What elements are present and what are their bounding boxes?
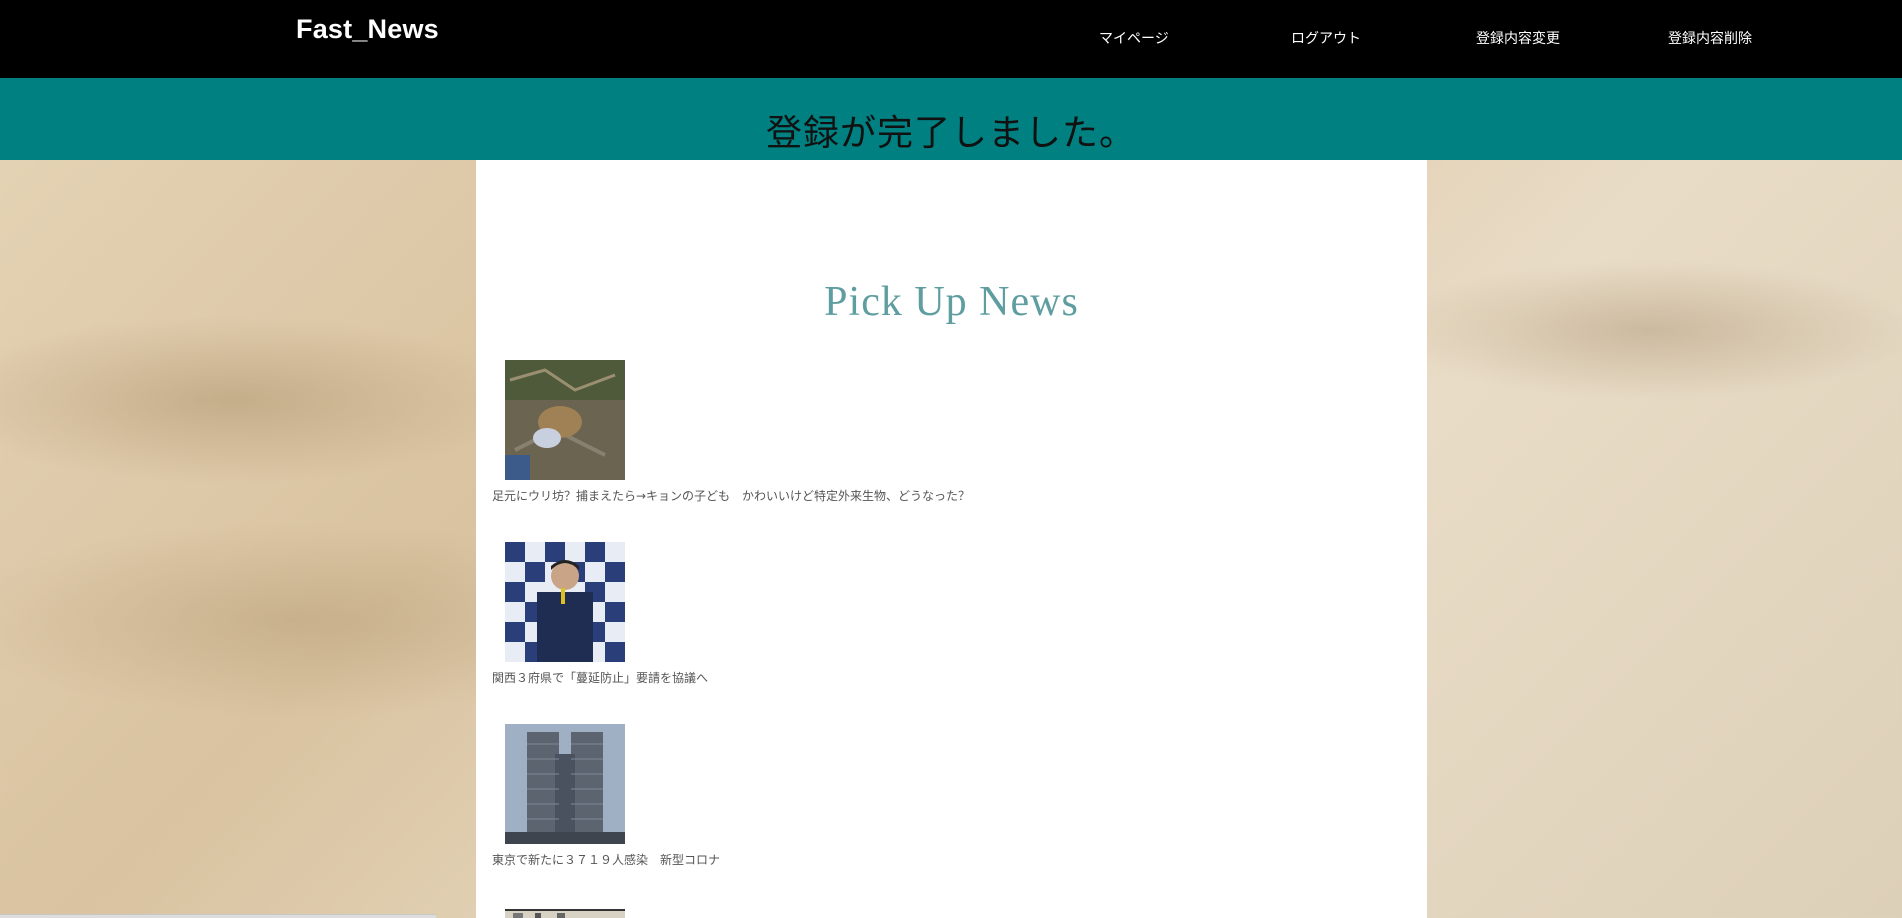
- news-title-link[interactable]: 足元にウリ坊？捕まえたら→キョンの子ども かわいいけど特定外来生物、どうなった？: [492, 487, 970, 504]
- news-thumbnail-icon[interactable]: [505, 906, 625, 918]
- press-conference-photo-icon[interactable]: [505, 542, 625, 662]
- top-navigation-bar: Fast_News マイページ ログアウト 登録内容変更 登録内容削除: [0, 0, 1902, 78]
- registration-complete-message: 登録が完了しました。: [765, 113, 1136, 154]
- main-nav: マイページ ログアウト 登録内容変更 登録内容削除: [0, 28, 1902, 48]
- animal-photo-icon[interactable]: [505, 360, 625, 480]
- nav-link-mypage[interactable]: マイページ: [1099, 28, 1169, 48]
- building-photo-icon[interactable]: [505, 724, 625, 844]
- nav-link-edit-registration[interactable]: 登録内容変更: [1476, 28, 1560, 48]
- news-title-link[interactable]: 東京で新たに３７１９人感染 新型コロナ: [492, 851, 720, 868]
- nav-link-delete-registration[interactable]: 登録内容削除: [1668, 28, 1752, 48]
- nav-link-logout[interactable]: ログアウト: [1291, 28, 1361, 48]
- status-banner: 登録が完了しました。: [0, 78, 1902, 160]
- section-title: Pick Up News: [824, 279, 1079, 325]
- news-title-link[interactable]: 関西３府県で「蔓延防止」要請を協議へ: [492, 669, 708, 686]
- horizontal-scrollbar[interactable]: [0, 914, 436, 918]
- main-content: Pick Up News 足元にウリ坊？捕まえたら→キョンの子ども かわいいけど…: [476, 160, 1427, 918]
